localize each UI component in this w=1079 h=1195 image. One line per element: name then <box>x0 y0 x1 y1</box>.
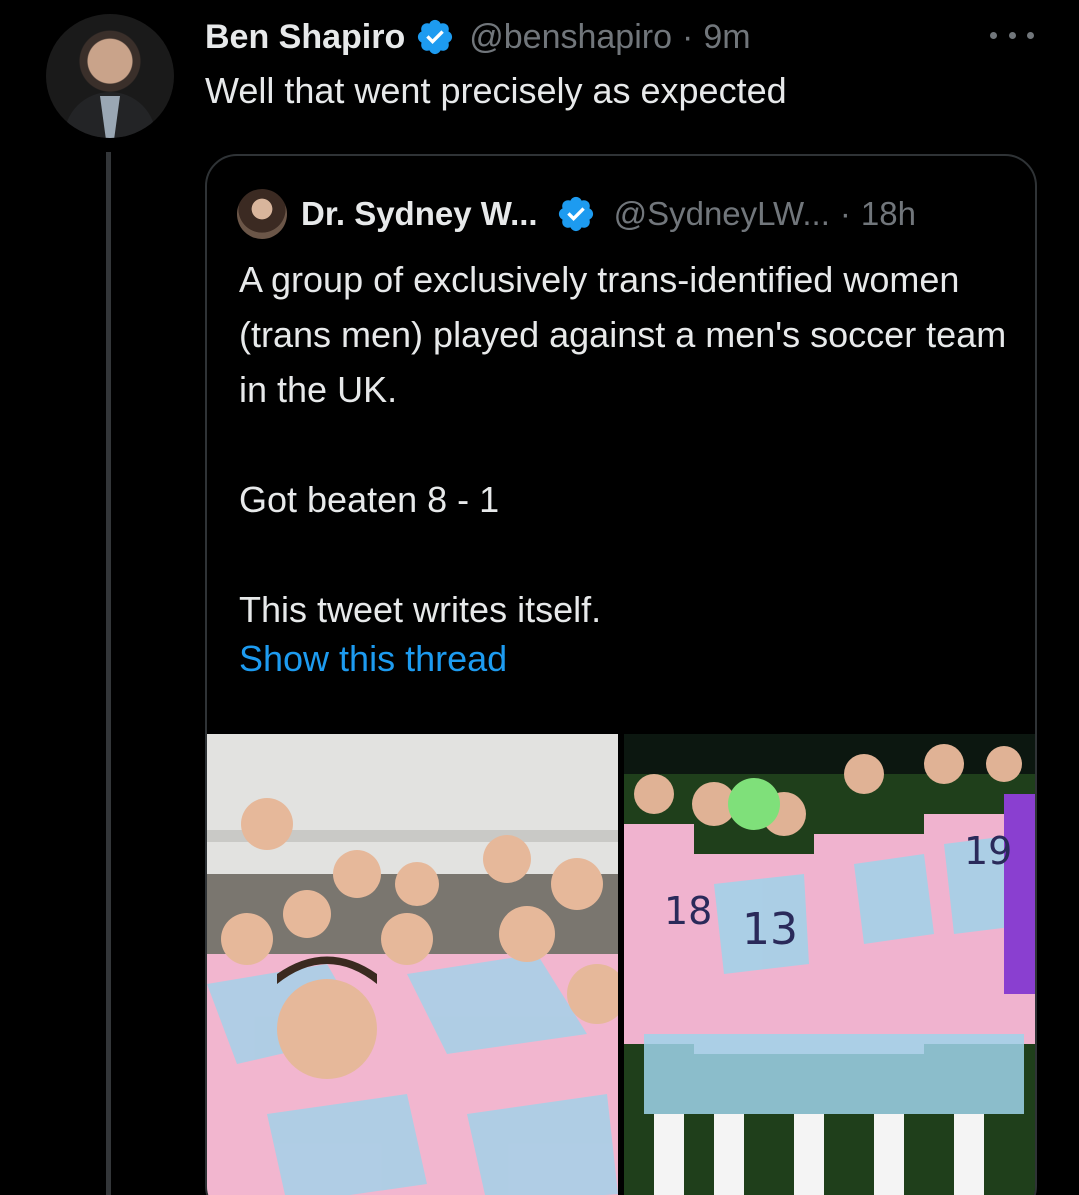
tweet-timestamp[interactable]: 9m <box>703 18 750 57</box>
more-dot <box>990 31 997 39</box>
author-avatar[interactable] <box>46 14 174 138</box>
separator-dot: · <box>682 17 694 56</box>
quoted-media-grid: 13 18 19 <box>207 734 1035 1195</box>
tweet-header: Ben Shapiro @benshapiro · 9m <box>205 14 751 60</box>
more-dot <box>1027 31 1034 39</box>
quoted-author-avatar <box>237 189 287 239</box>
quoted-paragraph: This tweet writes itself. <box>239 589 602 630</box>
thread-connector-line <box>106 152 111 1195</box>
quoted-author-handle: @SydneyLW... <box>613 195 830 232</box>
team-photo-pitch-art: 13 18 19 <box>624 734 1035 1195</box>
team-photo-pitch[interactable]: 13 18 19 <box>624 734 1035 1195</box>
team-photo-locker-room[interactable] <box>207 734 618 1195</box>
quoted-paragraph: A group of exclusively trans-identified … <box>239 259 1007 410</box>
quoted-tweet-text: A group of exclusively trans-identified … <box>239 252 1019 637</box>
quoted-paragraph: Got beaten 8 - 1 <box>239 479 500 520</box>
separator-dot: · <box>839 195 851 232</box>
jersey-number-13: 13 <box>742 904 798 955</box>
quoted-tweet-header: Dr. Sydney W... @SydneyLW... · 18h <box>237 188 916 240</box>
quoted-tweet-timestamp: 18h <box>860 195 916 232</box>
team-photo-locker-room-art <box>207 734 618 1195</box>
jersey-number-18: 18 <box>664 889 712 933</box>
tweet[interactable]: Ben Shapiro @benshapiro · 9m Well that w… <box>0 0 1079 1195</box>
jersey-number-19: 19 <box>964 829 1012 873</box>
more-horizontal-icon[interactable] <box>990 20 1034 50</box>
show-thread-link[interactable]: Show this thread <box>239 638 507 680</box>
quoted-tweet[interactable]: Dr. Sydney W... @SydneyLW... · 18h A gro… <box>205 154 1037 1195</box>
author-handle[interactable]: @benshapiro <box>469 18 672 57</box>
quoted-author-name: Dr. Sydney W... <box>301 195 538 232</box>
verified-badge-icon <box>558 196 593 232</box>
more-dot <box>1008 31 1016 39</box>
author-name[interactable]: Ben Shapiro <box>205 18 405 57</box>
verified-badge-icon <box>418 19 453 55</box>
tweet-text: Well that went precisely as expected <box>205 70 787 111</box>
